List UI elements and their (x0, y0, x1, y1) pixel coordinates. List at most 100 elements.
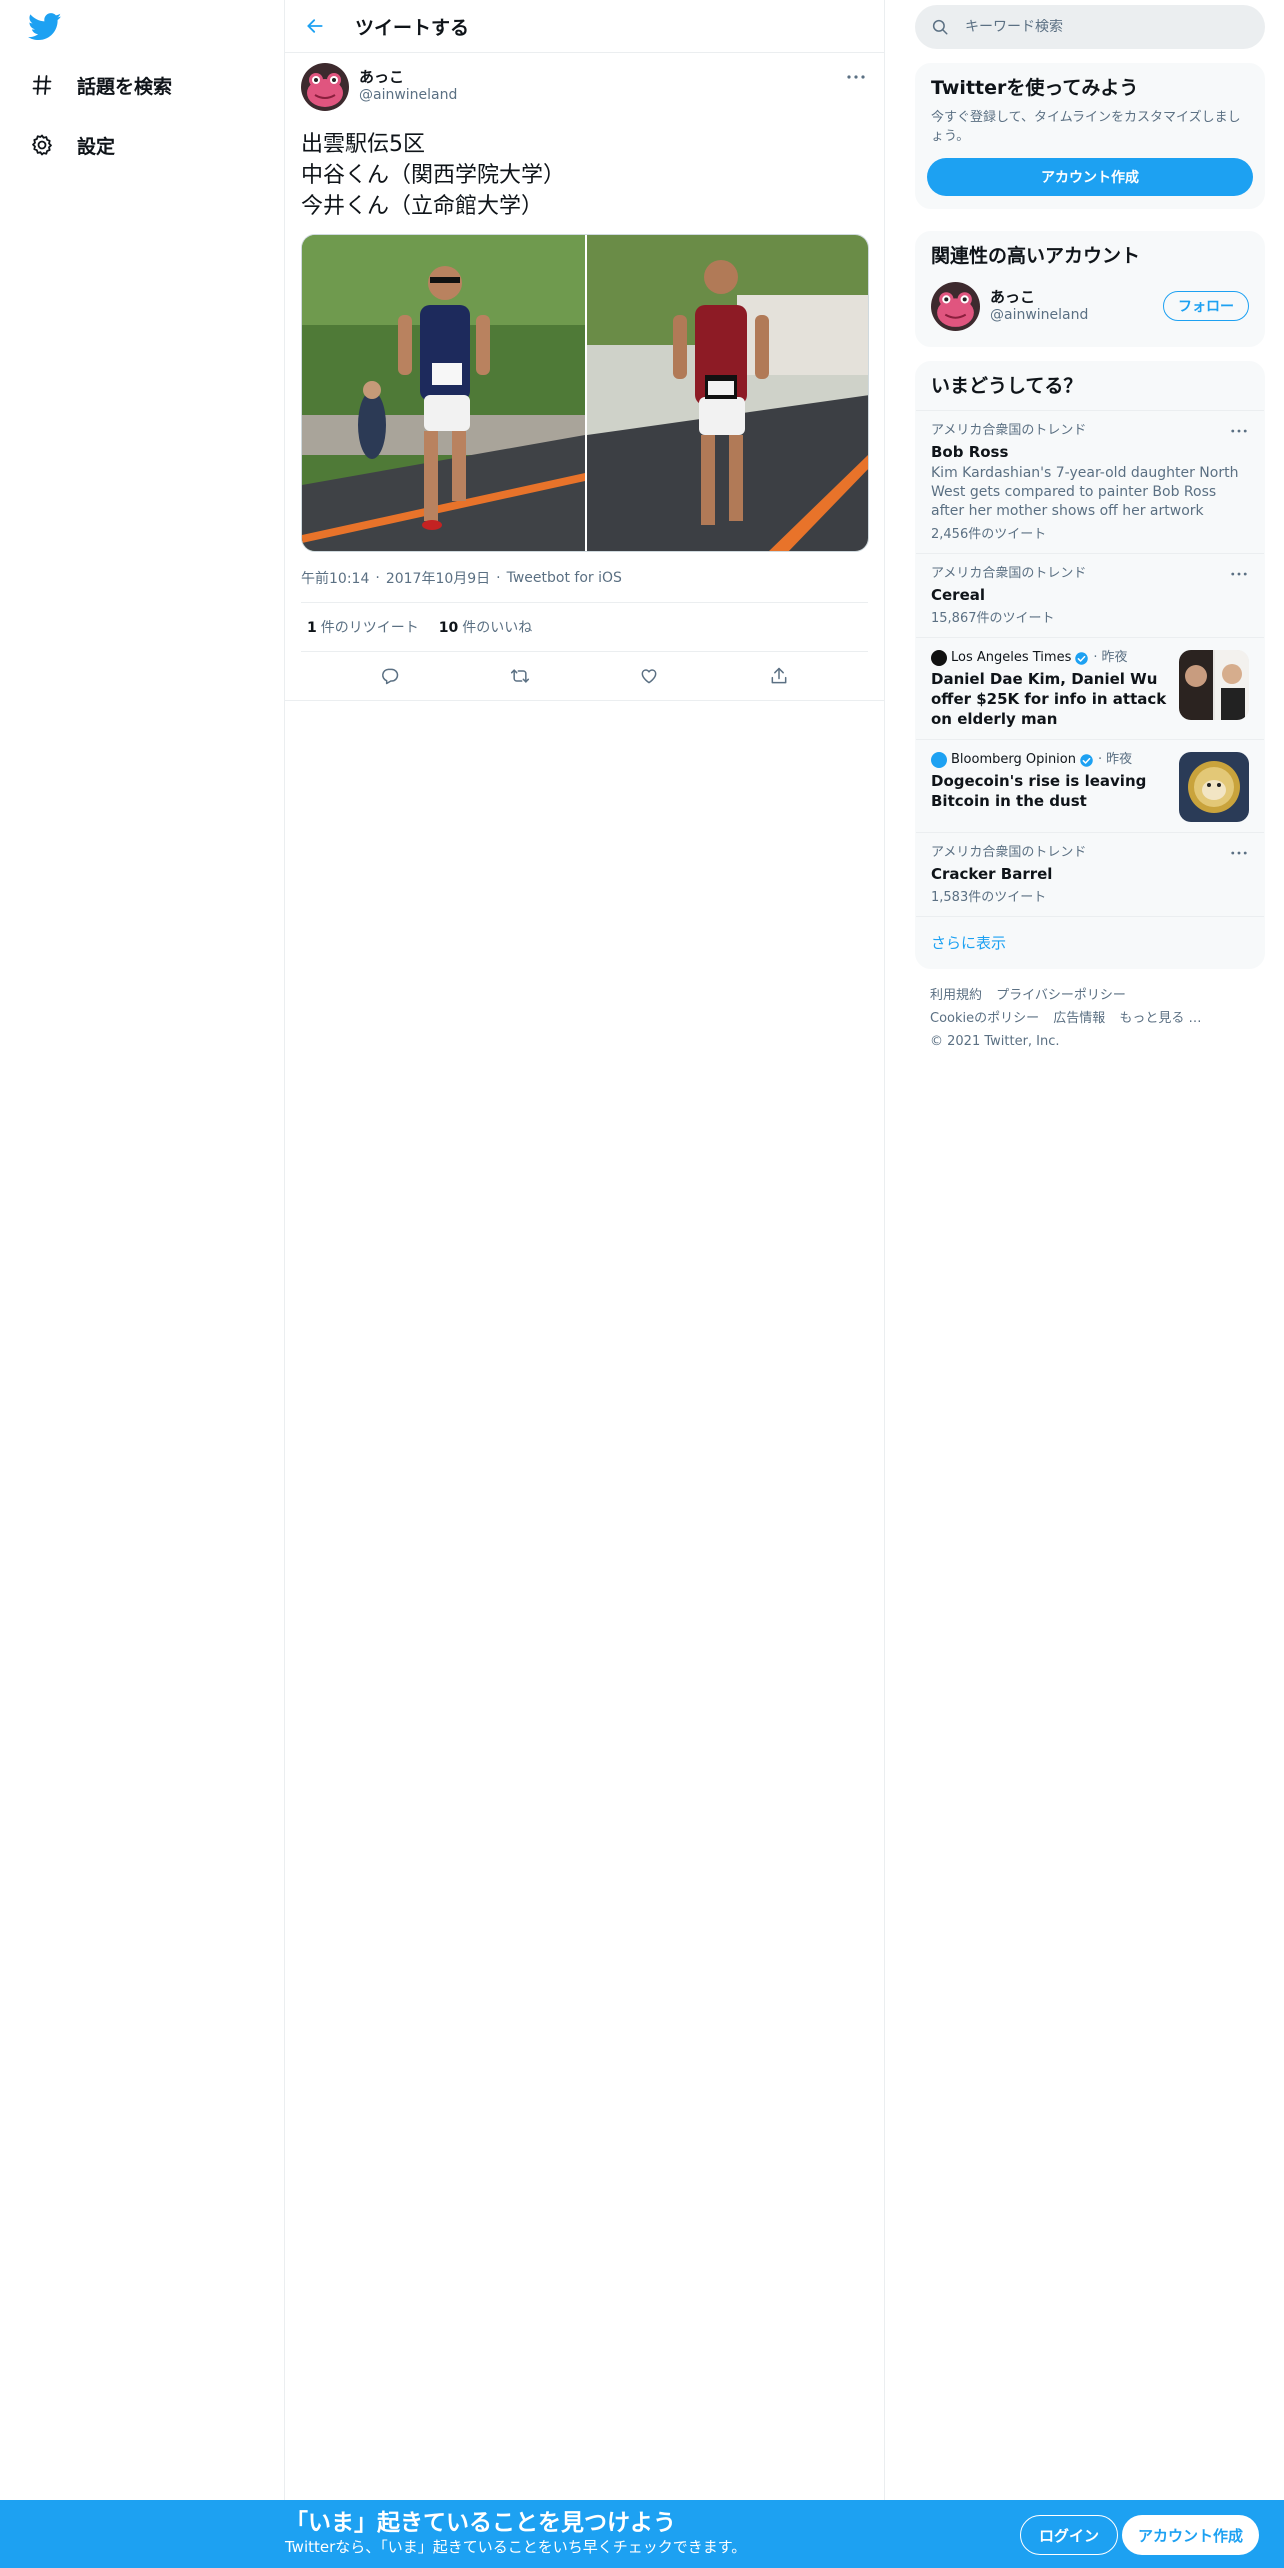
tweet-detail: あっこ @ainwineland 出雲駅伝5区 中谷くん（関西学院大学） 今井く… (285, 53, 884, 701)
tweet-photo[interactable] (302, 235, 585, 551)
news-source-row: Los Angeles Times · 昨夜 (931, 650, 1169, 666)
nav-explore-label: 話題を検索 (77, 75, 173, 98)
like-label: 件のいいね (462, 620, 533, 636)
trends-card: いまどうしてる？ アメリカ合衆国のトレンド Bob Ross Kim Karda… (915, 361, 1265, 969)
trend-title: Cereal (931, 586, 986, 604)
related-account-row[interactable]: あっこ @ainwineland フォロー (916, 276, 1264, 336)
author-names: あっこ @ainwineland (359, 63, 457, 104)
signup-title: Twitterを使ってみよう (931, 77, 1139, 99)
trend-count: 1,583件のツイート (931, 890, 1047, 905)
news-source: Los Angeles Times (951, 650, 1072, 665)
more-options-icon[interactable] (1228, 421, 1250, 441)
news-time: 昨夜 (1101, 650, 1128, 665)
trend-item[interactable]: アメリカ合衆国のトレンド Cereal 15,867件のツイート (916, 553, 1264, 637)
bottom-bar-title: 「いま」起きていることを見つけよう (285, 2510, 676, 2536)
trend-title: Bob Ross (931, 443, 1009, 461)
footer-link[interactable]: プライバシーポリシー (996, 988, 1126, 1003)
trend-description: Kim Kardashian's 7-year-old daughter Nor… (931, 465, 1239, 519)
related-account-name: あっこ (990, 288, 1036, 306)
trends-title: いまどうしてる？ (931, 375, 1083, 397)
news-title: Dogecoin's rise is leaving Bitcoin in th… (931, 772, 1147, 810)
like-stat[interactable]: 10 件のいいね (439, 617, 532, 637)
show-more-link[interactable]: さらに表示 (916, 916, 1264, 968)
footer-link[interactable]: 広告情報 (1053, 1011, 1105, 1026)
avatar[interactable] (931, 281, 980, 331)
search-box[interactable] (915, 5, 1265, 49)
left-navigation: 話題を検索 設定 (0, 0, 285, 2568)
retweet-count: 1 (307, 620, 317, 636)
tweet-text-line: 中谷くん（関西学院大学） (301, 163, 566, 188)
share-icon[interactable] (759, 656, 799, 696)
news-item[interactable]: Bloomberg Opinion · 昨夜 Dogecoin's rise i… (916, 739, 1264, 832)
tweet-actions (285, 652, 884, 701)
news-source: Bloomberg Opinion (951, 752, 1076, 767)
source-logo-icon (931, 752, 947, 768)
nav-settings-label: 設定 (77, 135, 116, 158)
tweet-photo[interactable] (585, 235, 868, 551)
trend-item[interactable]: アメリカ合衆国のトレンド Bob Ross Kim Kardashian's 7… (916, 410, 1264, 553)
news-text: Los Angeles Times · 昨夜 Daniel Dae Kim, D… (931, 650, 1179, 729)
tweet-text-line: 出雲駅伝5区 (301, 132, 425, 157)
trend-title: Cracker Barrel (931, 865, 1053, 883)
trend-item[interactable]: アメリカ合衆国のトレンド Cracker Barrel 1,583件のツイート (916, 832, 1264, 916)
verified-badge-icon (1074, 651, 1089, 666)
related-accounts-card: 関連性の高いアカウント あっこ @ainwineland フォロー (915, 231, 1265, 347)
footer-link[interactable]: もっと見る … (1119, 1011, 1201, 1026)
tweet-author: あっこ @ainwineland (301, 63, 868, 117)
trend-count: 2,456件のツイート (931, 527, 1047, 542)
trend-context: アメリカ合衆国のトレンド (931, 423, 1087, 438)
verified-badge-icon (1079, 753, 1094, 768)
footer-copyright: © 2021 Twitter, Inc. (930, 1034, 1060, 1049)
nav-settings[interactable]: 設定 (28, 125, 115, 165)
retweet-label: 件のリツイート (320, 620, 419, 636)
signup-desc: 今すぐ登録して、タイムラインをカスタマイズしましょう。 (931, 110, 1241, 144)
signup-button[interactable]: アカウント作成 (927, 158, 1253, 196)
back-arrow-icon[interactable] (295, 6, 335, 46)
footer-link[interactable]: 利用規約 (930, 988, 982, 1003)
tweet-time[interactable]: 午前10:14 (301, 568, 369, 588)
more-options-icon[interactable] (844, 67, 868, 87)
like-count: 10 (438, 620, 459, 636)
trend-count: 15,867件のツイート (931, 611, 1055, 626)
source-logo-icon (931, 650, 947, 666)
retweet-stat[interactable]: 1 件のリツイート (307, 617, 419, 637)
author-handle[interactable]: @ainwineland (359, 86, 457, 104)
tweet-source[interactable]: Tweetbot for iOS (507, 570, 622, 586)
tweet-text: 出雲駅伝5区 中谷くん（関西学院大学） 今井くん（立命館大学） (301, 129, 868, 222)
avatar[interactable] (301, 63, 349, 111)
tweet-meta: 午前10:14 · 2017年10月9日 · Tweetbot for iOS (301, 568, 622, 588)
tweet-media (301, 234, 869, 552)
search-input[interactable] (965, 19, 1245, 35)
signup-button[interactable]: アカウント作成 (1122, 2515, 1260, 2555)
news-text: Bloomberg Opinion · 昨夜 Dogecoin's rise i… (931, 752, 1179, 822)
hashtag-icon (28, 71, 56, 99)
related-account-names: あっこ @ainwineland (990, 288, 1163, 324)
more-options-icon[interactable] (1228, 564, 1250, 584)
page-title: ツイートする (355, 16, 470, 39)
news-thumbnail (1179, 752, 1249, 822)
tweet-stats: 1 件のリツイート 10 件のいいね (301, 602, 868, 652)
related-account-handle: @ainwineland (990, 307, 1089, 323)
main-column: ツイートする あっこ @ainwineland 出雲駅伝5区 中谷くん（関西学院… (285, 0, 885, 2568)
like-icon[interactable] (629, 656, 669, 696)
news-title: Daniel Dae Kim, Daniel Wu offer $25K for… (931, 670, 1167, 728)
page-header: ツイートする (285, 0, 884, 53)
more-options-icon[interactable] (1228, 843, 1250, 863)
login-button[interactable]: ログイン (1020, 2515, 1119, 2555)
footer-link[interactable]: Cookieのポリシー (930, 1011, 1039, 1026)
nav-explore[interactable]: 話題を検索 (28, 65, 172, 105)
bottom-bar-text: 「いま」起きていることを見つけよう Twitterなら、「いま」起きていることを… (285, 2508, 746, 2556)
author-name[interactable]: あっこ (359, 68, 457, 86)
trend-context: アメリカ合衆国のトレンド (931, 566, 1087, 581)
reply-icon[interactable] (370, 656, 410, 696)
tweet-date[interactable]: 2017年10月9日 (386, 568, 490, 588)
footer: 利用規約 プライバシーポリシー Cookieのポリシー 広告情報 もっと見る …… (915, 984, 1265, 1053)
twitter-bird-icon[interactable] (28, 13, 62, 41)
news-item[interactable]: Los Angeles Times · 昨夜 Daniel Dae Kim, D… (916, 637, 1264, 739)
tweet-text-line: 今井くん（立命館大学） (301, 194, 544, 219)
retweet-icon[interactable] (500, 656, 540, 696)
follow-button[interactable]: フォロー (1163, 291, 1249, 321)
news-thumbnail (1179, 650, 1249, 720)
gear-icon (28, 131, 56, 159)
trend-context: アメリカ合衆国のトレンド (931, 845, 1087, 860)
